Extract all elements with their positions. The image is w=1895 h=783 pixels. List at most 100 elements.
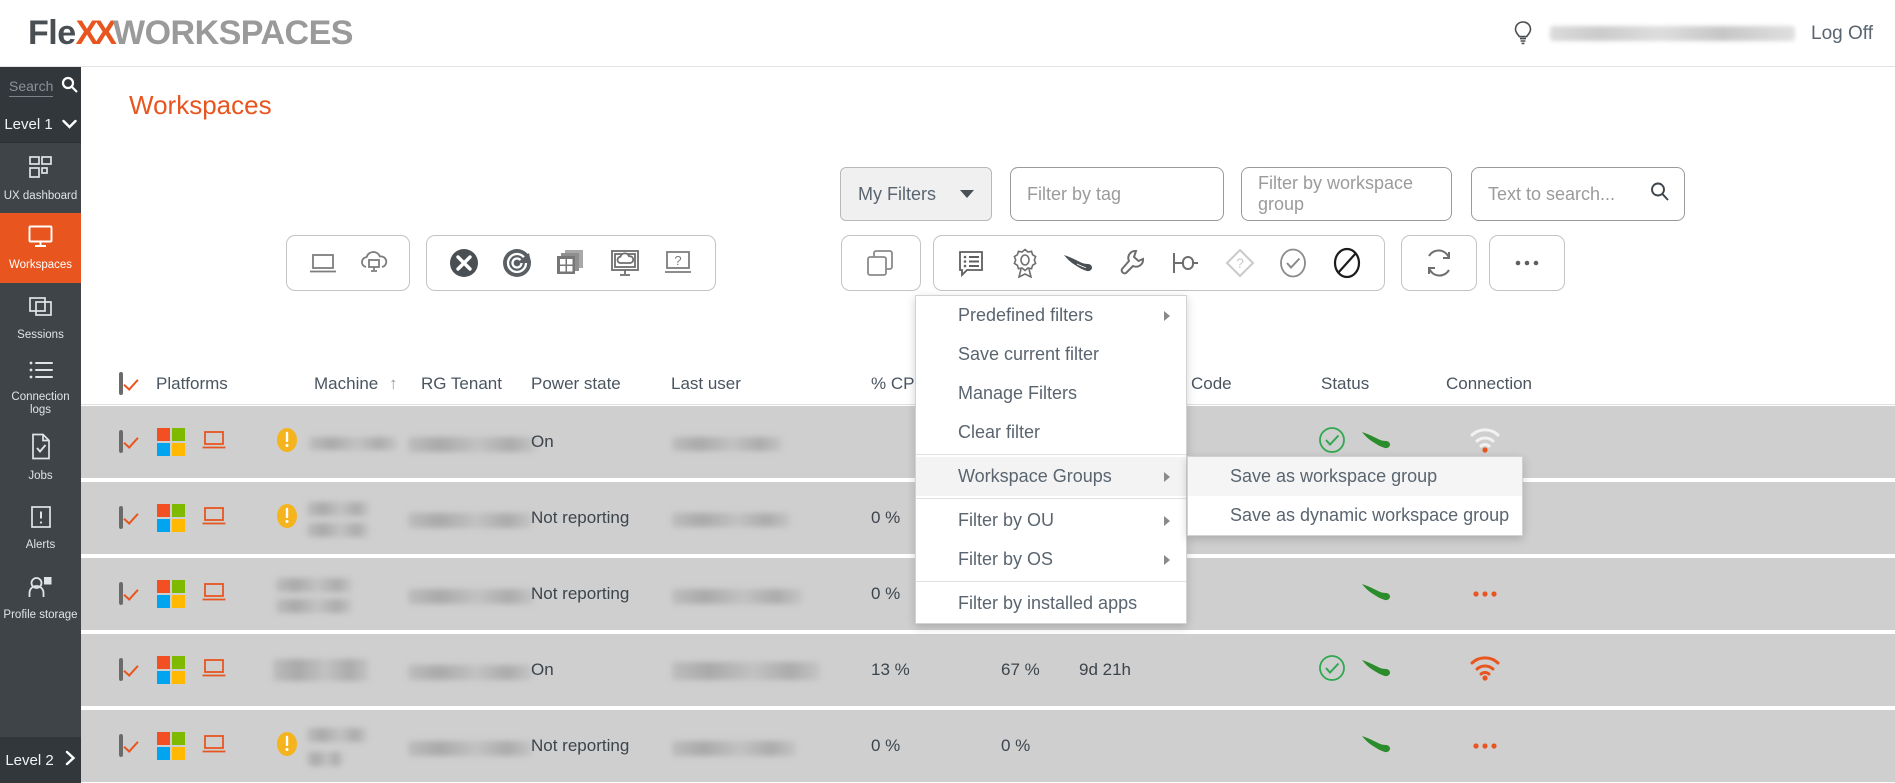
monitor-icon [27, 224, 54, 254]
diamond-question-icon[interactable]: ? [1213, 237, 1267, 289]
text-search-input[interactable]: Text to search... [1471, 167, 1685, 221]
sidebar-item-label: Jobs [28, 470, 53, 483]
last-user-redacted [672, 589, 802, 604]
sidebar-item-connection-logs[interactable]: Connection logs [0, 353, 81, 423]
column-header-power-state[interactable]: Power state [531, 374, 621, 394]
submenu-item-save-as-dynamic-workspace-group[interactable]: Save as dynamic workspace group [1188, 496, 1522, 535]
checkbox[interactable] [119, 658, 123, 681]
copy-screens-icon[interactable] [852, 237, 908, 289]
question-monitor-icon[interactable]: ? [651, 237, 705, 289]
falcon-bird-icon[interactable] [1052, 237, 1106, 289]
user-name-redacted [1550, 26, 1796, 41]
sidebar-search[interactable]: Search [0, 67, 81, 107]
row-checkbox[interactable] [119, 582, 123, 605]
row-checkbox[interactable] [119, 430, 123, 453]
cpu-value: 0 % [871, 584, 901, 603]
column-header-rg-tenant[interactable]: RG Tenant [421, 374, 502, 394]
notes-icon[interactable] [944, 237, 998, 289]
check-circle-icon[interactable] [1267, 237, 1321, 289]
windows-platform-icon [157, 428, 185, 456]
sidebar-item-workspaces[interactable]: Workspaces [0, 213, 81, 283]
row-checkbox[interactable] [119, 658, 123, 681]
windows-tiles-icon[interactable] [544, 237, 598, 289]
column-header-last-user[interactable]: Last user [671, 374, 741, 394]
menu-item-filter-by-ou[interactable]: Filter by OU [916, 501, 1186, 540]
menu-item-label: Clear filter [958, 422, 1041, 442]
power-state-value: On [531, 432, 554, 451]
checkbox[interactable] [119, 506, 123, 529]
log-off-link[interactable]: Log Off [1811, 23, 1873, 45]
sidebar-level-2[interactable]: Level 2 [0, 737, 81, 783]
sidebar-item-ux-dashboard[interactable]: UX dashboard [0, 143, 81, 213]
machine-name-redacted [309, 437, 397, 450]
my-filters-button[interactable]: My Filters [840, 167, 992, 221]
rg-tenant-redacted [408, 741, 532, 756]
filter-by-tag-input[interactable]: Filter by tag [1010, 167, 1224, 221]
submenu-arrow-icon [1164, 554, 1170, 565]
more-dots-icon[interactable] [1500, 237, 1554, 289]
checkbox[interactable] [119, 582, 123, 605]
select-all-checkbox[interactable] [119, 371, 123, 395]
toolbar-group-4: ? [933, 235, 1385, 291]
toolbar-group-5 [1401, 235, 1477, 291]
windows-stack-icon [28, 295, 54, 324]
column-header-status[interactable]: Status [1321, 374, 1369, 394]
checkbox[interactable] [119, 371, 123, 395]
sidebar-item-profile-storage[interactable]: Profile storage [0, 563, 81, 633]
menu-item-filter-by-os[interactable]: Filter by OS [916, 540, 1186, 579]
submenu-item-save-as-workspace-group[interactable]: Save as workspace group [1188, 457, 1522, 496]
wifi-orange-icon[interactable] [1469, 655, 1501, 686]
cpu-value: 0 % [871, 508, 901, 527]
checkbox[interactable] [119, 734, 123, 757]
sidebar-item-alerts[interactable]: Alerts [0, 493, 81, 563]
column-header-connection[interactable]: Connection [1446, 374, 1532, 394]
chevron-right-icon [65, 750, 76, 770]
table-row[interactable]: Not reporting 0 % 0 % [81, 710, 1895, 783]
menu-item-manage-filters[interactable]: Manage Filters [916, 374, 1186, 413]
brand-part-2: XX [75, 13, 117, 52]
checkbox[interactable] [119, 430, 123, 453]
power-state-value: Not reporting [531, 584, 630, 603]
table-row[interactable]: On 13 % 67 % 9d 21h [81, 634, 1895, 708]
menu-item-filter-by-installed-apps[interactable]: Filter by installed apps [916, 584, 1186, 623]
sidebar-item-sessions[interactable]: Sessions [0, 283, 81, 353]
menu-item-clear-filter[interactable]: Clear filter [916, 413, 1186, 452]
laptop-icon[interactable] [297, 237, 348, 289]
more-dots-icon[interactable] [1471, 584, 1499, 604]
column-header-platforms[interactable]: Platforms [156, 374, 228, 394]
block-circle-icon[interactable] [1320, 237, 1374, 289]
falcon-bird-icon [1361, 733, 1391, 760]
menu-item-save-current-filter[interactable]: Save current filter [916, 335, 1186, 374]
award-ribbon-icon[interactable] [998, 237, 1052, 289]
search-icon[interactable] [1649, 181, 1671, 208]
row-checkbox[interactable] [119, 734, 123, 757]
chevron-down-icon [61, 116, 77, 133]
menu-item-predefined-filters[interactable]: Predefined filters [916, 296, 1186, 335]
submenu-item-label: Save as dynamic workspace group [1230, 505, 1510, 525]
row-checkbox[interactable] [119, 506, 123, 529]
sidebar-item-jobs[interactable]: Jobs [0, 423, 81, 493]
more-dots-icon[interactable] [1471, 736, 1499, 756]
filter-by-workspace-group-input[interactable]: Filter by workspace group [1241, 167, 1452, 221]
menu-item-workspace-groups[interactable]: Workspace Groups [916, 457, 1186, 496]
menu-item-label: Workspace Groups [958, 466, 1112, 486]
plug-icon[interactable] [1159, 237, 1213, 289]
laptop-platform-icon [201, 430, 227, 455]
cloud-desktop-icon[interactable] [348, 237, 399, 289]
radar-target-icon[interactable] [491, 237, 545, 289]
remote-x-icon[interactable] [437, 237, 491, 289]
last-user-redacted [672, 437, 782, 451]
wrench-icon[interactable] [1105, 237, 1159, 289]
lightbulb-icon[interactable] [1512, 19, 1534, 49]
power-state-value: Not reporting [531, 508, 630, 527]
column-header-code[interactable]: Code [1191, 374, 1232, 394]
cloud-monitor-icon[interactable] [598, 237, 652, 289]
sidebar-level-1[interactable]: Level 1 [0, 107, 81, 143]
search-icon[interactable] [61, 76, 78, 98]
refresh-icon[interactable] [1412, 237, 1466, 289]
machine-name-redacted-2 [307, 752, 343, 766]
column-header-machine[interactable]: Machine [314, 374, 378, 394]
wifi-grey-icon[interactable] [1469, 427, 1501, 458]
machine-name-redacted [276, 578, 352, 592]
sidebar-search-input[interactable]: Search [9, 78, 53, 97]
